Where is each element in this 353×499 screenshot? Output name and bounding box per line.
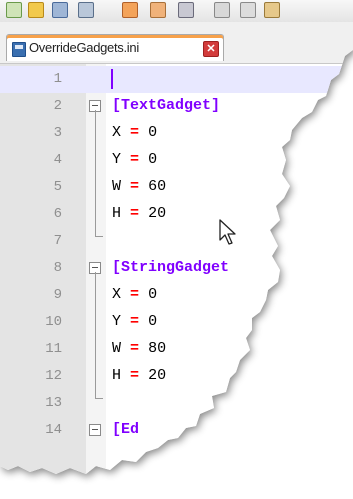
fold-end-marker — [95, 398, 103, 399]
value: 60 — [148, 178, 167, 195]
save-all-icon[interactable] — [78, 2, 94, 18]
code-line[interactable]: 8 [StringGadget — [0, 255, 353, 282]
code-line[interactable]: 9 X = 0 — [0, 282, 353, 309]
value: 0 — [148, 151, 158, 168]
line-number: 10 — [45, 314, 62, 330]
code-editor[interactable]: 1 2 [TextGadget] 3 X = 0 4 Y = 0 5 W = 6… — [0, 63, 353, 474]
line-number: 7 — [53, 233, 62, 249]
new-file-icon[interactable] — [6, 2, 22, 18]
line-number: 14 — [45, 422, 62, 438]
paste-icon[interactable] — [264, 2, 280, 18]
operator: = — [130, 178, 140, 195]
operator: = — [130, 286, 140, 303]
key: Y — [112, 151, 122, 168]
value: 0 — [148, 313, 158, 330]
key-value: Y = 0 — [112, 313, 157, 330]
operator: = — [130, 124, 140, 141]
tab-title: OverrideGadgets.ini — [29, 40, 139, 55]
code-line[interactable]: 13 — [0, 390, 353, 417]
code-line[interactable]: 10 Y = 0 — [0, 309, 353, 336]
code-line[interactable]: 14 [Ed — [0, 417, 353, 444]
fold-guide — [95, 110, 96, 236]
code-line[interactable]: 7 — [0, 228, 353, 255]
value: 80 — [148, 340, 167, 357]
key-value: W = 80 — [112, 340, 166, 357]
line-number: 8 — [53, 260, 62, 276]
line-number: 9 — [53, 287, 62, 303]
line-number: 13 — [45, 395, 62, 411]
value: 0 — [148, 286, 158, 303]
key: X — [112, 124, 122, 141]
code-line[interactable]: 6 H = 20 — [0, 201, 353, 228]
code-line[interactable]: 3 X = 0 — [0, 120, 353, 147]
value: 0 — [148, 124, 158, 141]
line-number: 3 — [53, 125, 62, 141]
torn-screenshot-frame: OverrideGadgets.ini ✕ 1 2 [TextGadget] 3… — [0, 0, 353, 498]
fold-end-marker — [95, 236, 103, 237]
value: 20 — [148, 205, 167, 222]
key-value: X = 0 — [112, 124, 157, 141]
line-number: 2 — [53, 98, 62, 114]
tab-overridegadgets[interactable]: OverrideGadgets.ini ✕ — [6, 34, 224, 61]
close-file-icon[interactable] — [122, 2, 138, 18]
code-line[interactable]: 12 H = 20 — [0, 363, 353, 390]
save-file-icon — [12, 42, 26, 57]
key-value: W = 60 — [112, 178, 166, 195]
line-number: 4 — [53, 152, 62, 168]
value: 20 — [148, 367, 167, 384]
mouse-pointer-icon — [219, 219, 236, 245]
operator: = — [130, 340, 140, 357]
open-folder-icon[interactable] — [28, 2, 44, 18]
section-header: [TextGadget] — [112, 97, 221, 114]
line-number: 1 — [53, 71, 62, 87]
toolbar — [0, 0, 353, 23]
line-number: 11 — [45, 341, 62, 357]
operator: = — [130, 205, 140, 222]
key: H — [112, 367, 122, 384]
code-line[interactable]: 1 — [0, 66, 353, 93]
close-icon[interactable]: ✕ — [203, 41, 219, 57]
key-value: X = 0 — [112, 286, 157, 303]
code-line[interactable]: 2 [TextGadget] — [0, 93, 353, 120]
print-icon[interactable] — [178, 2, 194, 18]
key-value: H = 20 — [112, 367, 166, 384]
key: X — [112, 286, 122, 303]
code-line[interactable]: 5 W = 60 — [0, 174, 353, 201]
line-number: 5 — [53, 179, 62, 195]
key-value: H = 20 — [112, 205, 166, 222]
key-value: Y = 0 — [112, 151, 157, 168]
cut-icon[interactable] — [214, 2, 230, 18]
close-all-icon[interactable] — [150, 2, 166, 18]
line-number: 12 — [45, 368, 62, 384]
fold-guide — [95, 272, 96, 398]
editor-window: OverrideGadgets.ini ✕ 1 2 [TextGadget] 3… — [0, 0, 353, 474]
fold-toggle-icon[interactable] — [89, 424, 101, 436]
key: H — [112, 205, 122, 222]
code-line[interactable]: 4 Y = 0 — [0, 147, 353, 174]
text-caret — [111, 69, 113, 89]
line-number: 6 — [53, 206, 62, 222]
operator: = — [130, 151, 140, 168]
key: W — [112, 340, 122, 357]
save-icon[interactable] — [52, 2, 68, 18]
key: W — [112, 178, 122, 195]
key: Y — [112, 313, 122, 330]
code-line[interactable]: 11 W = 80 — [0, 336, 353, 363]
section-header: [StringGadget — [112, 259, 230, 276]
section-header: [Ed — [112, 421, 140, 438]
operator: = — [130, 367, 140, 384]
copy-icon[interactable] — [240, 2, 256, 18]
operator: = — [130, 313, 140, 330]
